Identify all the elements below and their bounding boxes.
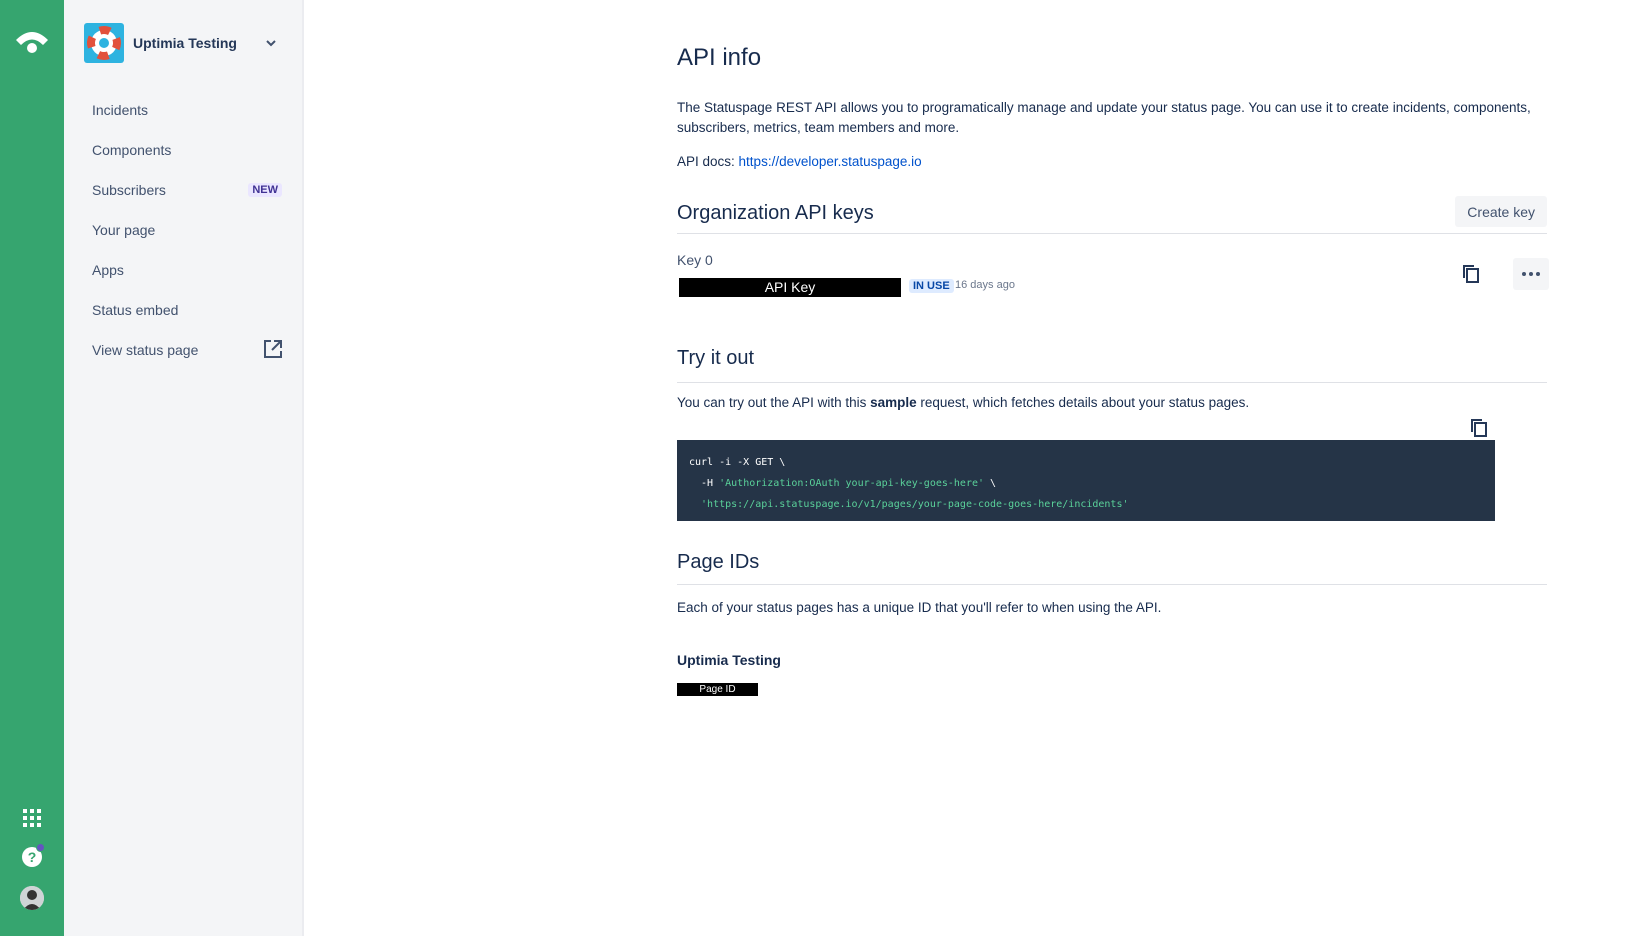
sidebar-item-label: Subscribers <box>92 182 166 198</box>
copy-key-icon[interactable] <box>1459 262 1483 286</box>
statuspage-logo-icon[interactable] <box>14 26 50 56</box>
org-keys-section-header: Organization API keys <box>677 202 1547 234</box>
external-link-icon <box>264 340 282 358</box>
try-it-text-before: You can try out the API with this <box>677 395 871 410</box>
more-actions-button[interactable] <box>1513 258 1549 290</box>
sidebar-item-status-embed[interactable]: Status embed <box>92 298 282 322</box>
sidebar-item-subscribers[interactable]: Subscribers NEW <box>92 178 282 202</box>
user-avatar[interactable] <box>20 886 44 910</box>
sidebar-item-view-status-page[interactable]: View status page <box>92 338 282 362</box>
code-url-string: 'https://api.statuspage.io/v1/pages/your… <box>689 499 1129 510</box>
try-it-section-header: Try it out <box>677 347 1547 383</box>
sidebar-item-label: Components <box>92 142 172 158</box>
notification-dot <box>36 843 45 852</box>
project-logo <box>84 23 124 63</box>
copy-code-icon[interactable] <box>1467 416 1491 440</box>
api-docs-label: API docs: <box>677 154 735 169</box>
global-nav-rail: ? <box>0 0 64 936</box>
api-key-value: API Key <box>679 278 901 297</box>
avatar-icon <box>20 886 44 910</box>
code-line-3: 'https://api.statuspage.io/v1/pages/your… <box>689 494 1483 515</box>
project-name: Uptimia Testing <box>133 35 237 51</box>
more-icon <box>1522 272 1540 276</box>
page-ids-heading: Page IDs <box>677 551 760 573</box>
key-age: 16 days ago <box>955 279 1015 291</box>
project-switcher[interactable]: Uptimia Testing <box>84 23 284 63</box>
key-name: Key 0 <box>677 252 713 268</box>
api-docs-link[interactable]: https://developer.statuspage.io <box>739 154 922 169</box>
page-id-value: Page ID <box>677 683 758 696</box>
sidebar-item-label: Your page <box>92 222 156 238</box>
app-switcher-icon[interactable] <box>22 808 42 828</box>
code-line-2: -H 'Authorization:OAuth your-api-key-goe… <box>689 473 1483 494</box>
sidebar-item-label: View status page <box>92 342 199 358</box>
sidebar-item-incidents[interactable]: Incidents <box>92 98 282 122</box>
sidebar-item-components[interactable]: Components <box>92 138 282 162</box>
svg-text:?: ? <box>28 849 37 865</box>
page-ids-section-header: Page IDs <box>677 551 1547 585</box>
help-button[interactable]: ? <box>21 843 45 868</box>
code-line-continuation: \ <box>984 478 997 489</box>
api-docs-line: API docs: https://developer.statuspage.i… <box>677 152 1547 172</box>
code-flag: -H <box>689 478 720 489</box>
new-badge: NEW <box>248 183 282 197</box>
sidebar-item-apps[interactable]: Apps <box>92 258 282 282</box>
page-ids-text: Each of your status pages has a unique I… <box>677 600 1162 615</box>
org-keys-heading: Organization API keys <box>677 202 874 224</box>
code-sample[interactable]: curl -i -X GET \ -H 'Authorization:OAuth… <box>677 440 1495 521</box>
chevron-down-icon <box>266 40 276 47</box>
try-it-text: You can try out the API with this sample… <box>677 393 1547 413</box>
lifebuoy-icon <box>87 26 121 60</box>
sidebar-item-label: Incidents <box>92 102 149 118</box>
sidebar-item-your-page[interactable]: Your page <box>92 218 282 242</box>
try-it-heading: Try it out <box>677 347 755 369</box>
try-it-text-bold: sample <box>870 395 917 410</box>
intro-text: The Statuspage REST API allows you to pr… <box>677 100 1531 135</box>
code-header-string: 'Authorization:OAuth your-api-key-goes-h… <box>719 478 985 489</box>
try-it-text-after: request, which fetches details about you… <box>916 395 1250 410</box>
page-name: Uptimia Testing <box>677 652 781 668</box>
status-badge: IN USE <box>909 279 954 293</box>
sidebar-item-label: Status embed <box>92 302 179 318</box>
page-title: API info <box>677 44 762 71</box>
code-line-1: curl -i -X GET \ <box>689 457 786 468</box>
sidebar-item-label: Apps <box>92 262 124 278</box>
create-key-button[interactable]: Create key <box>1455 196 1547 227</box>
project-sidebar: Uptimia Testing Incidents Components Sub… <box>64 0 304 936</box>
